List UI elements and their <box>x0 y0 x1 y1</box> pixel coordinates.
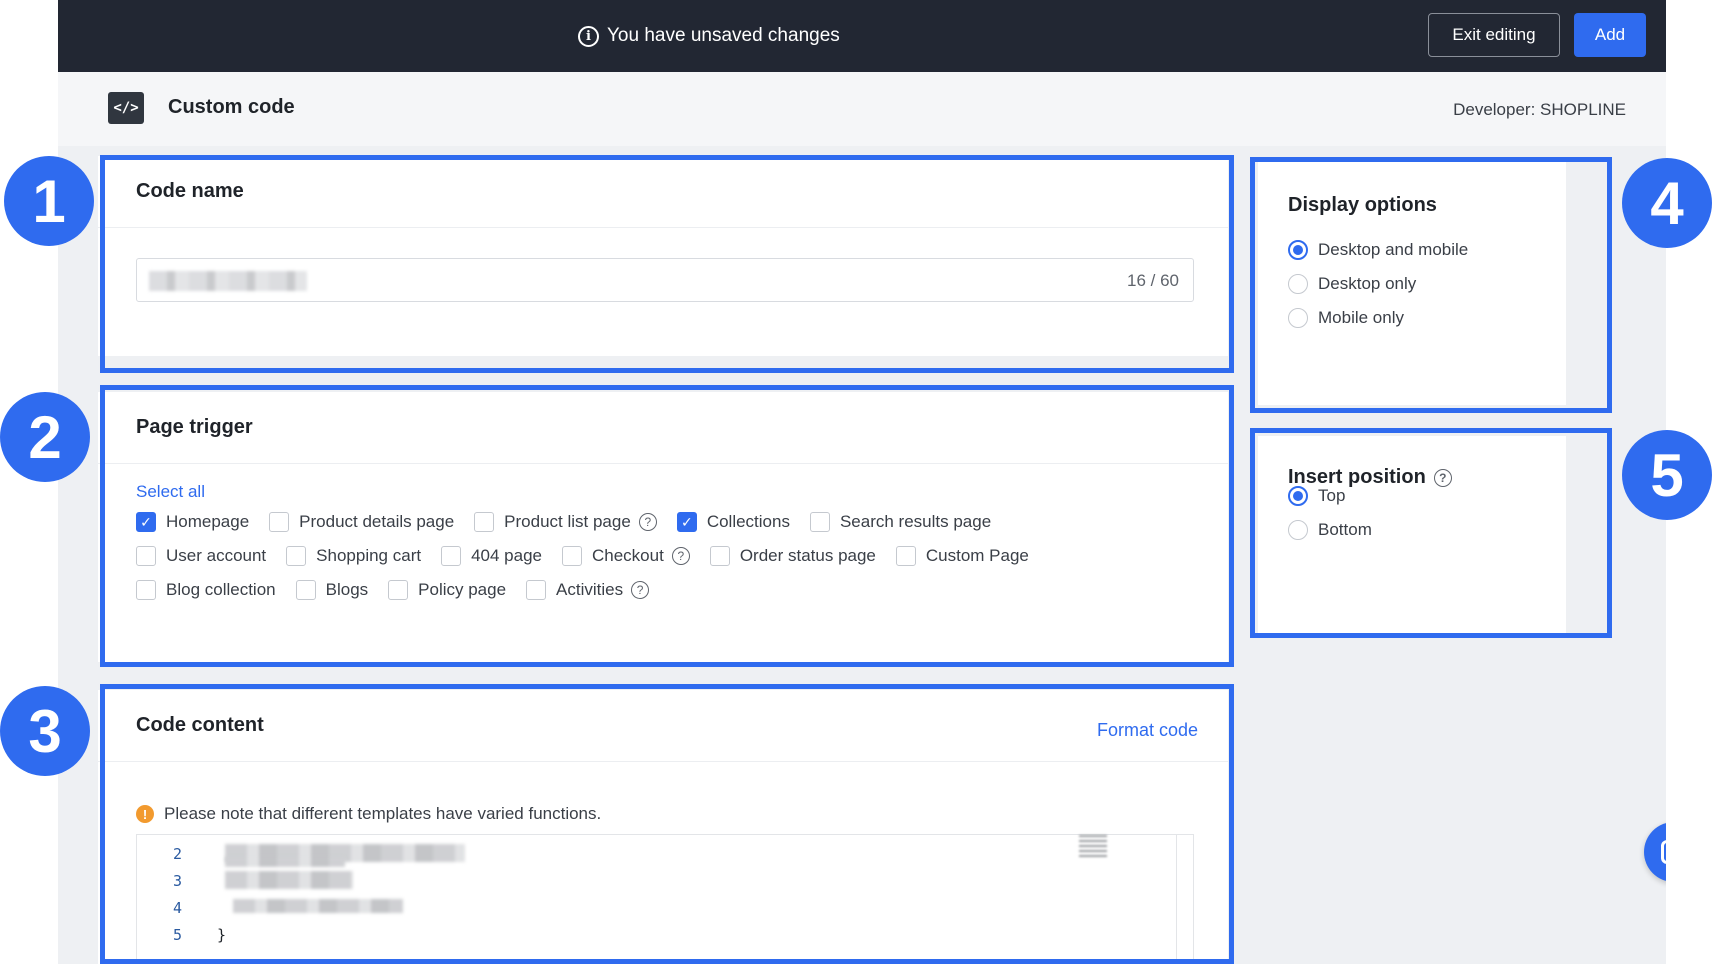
annotation-badge-5: 5 <box>1622 430 1712 520</box>
page-title: Custom code <box>168 96 295 118</box>
chat-support-button[interactable] <box>1644 822 1666 882</box>
info-icon: i <box>578 25 599 47</box>
annotation-outline-code-name <box>100 155 1234 373</box>
developer-label: Developer: SHOPLINE <box>1453 100 1626 119</box>
unsaved-changes-bar: i You have unsaved changes Exit editing … <box>58 0 1666 72</box>
annotation-outline-code-content <box>100 684 1234 964</box>
chat-icon <box>1661 840 1666 864</box>
annotation-badge-1: 1 <box>4 156 94 246</box>
annotation-badge-2: 2 <box>0 392 90 482</box>
exit-editing-button[interactable]: Exit editing <box>1428 13 1560 57</box>
annotation-outline-page-trigger <box>100 385 1234 667</box>
add-button[interactable]: Add <box>1574 13 1646 57</box>
app-header: </> Custom code Developer: SHOPLINE <box>58 72 1666 146</box>
annotation-badge-4: 4 <box>1622 158 1712 248</box>
unsaved-notice: i You have unsaved changes <box>578 22 840 50</box>
annotation-outline-display-options <box>1250 157 1612 413</box>
code-icon: </> <box>108 92 144 124</box>
annotation-badge-3: 3 <box>0 686 90 776</box>
annotation-outline-insert-position <box>1250 428 1612 638</box>
unsaved-notice-text: You have unsaved changes <box>607 25 840 46</box>
